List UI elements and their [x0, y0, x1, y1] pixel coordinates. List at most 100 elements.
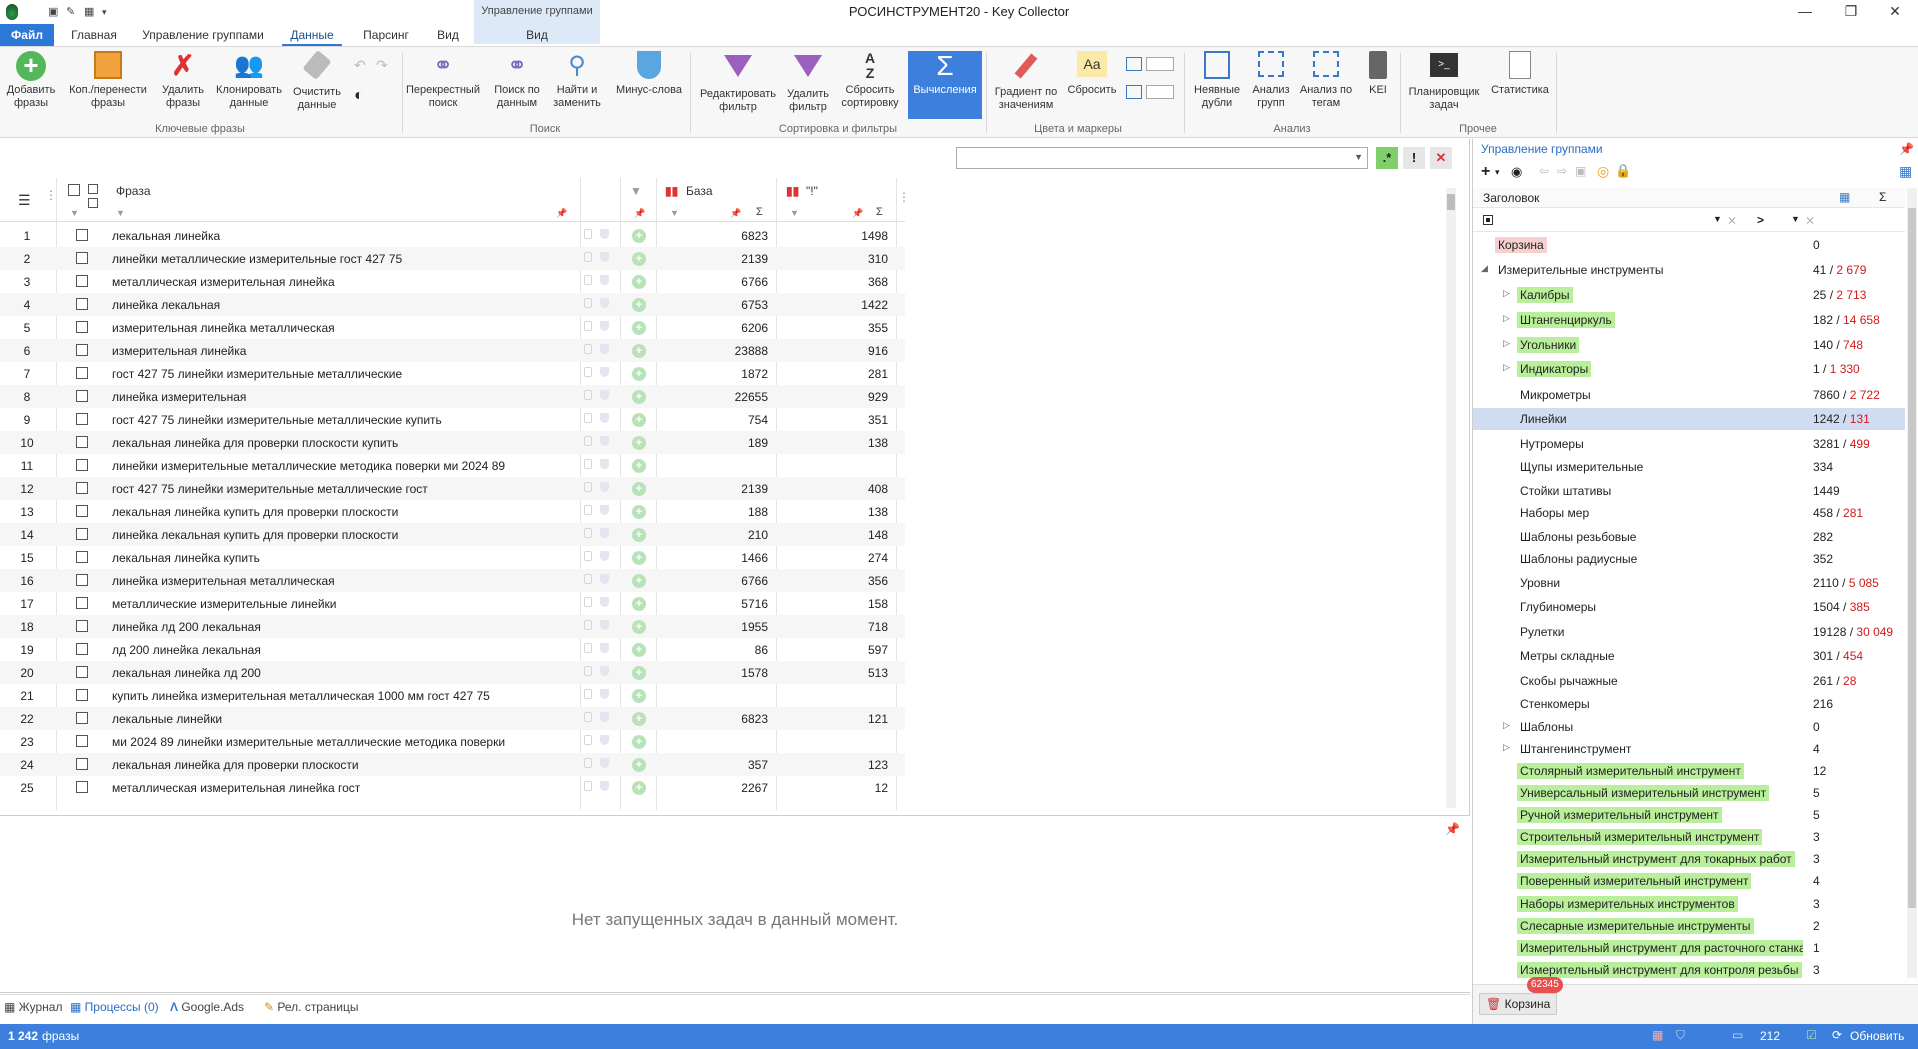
column-header-phrase[interactable]: Фраза — [116, 184, 151, 198]
add-icon[interactable]: + — [632, 275, 646, 289]
expander-icon[interactable]: ▷ — [1503, 288, 1510, 299]
table-row[interactable]: 17 металлические измерительные линейки +57… — [0, 592, 905, 615]
table-row[interactable]: 9 гост 427 75 линейки измерительные метал… — [0, 408, 905, 431]
group-name[interactable]: Ручной измерительный инструмент — [1517, 807, 1722, 823]
pin-icon[interactable]: 📌 — [1445, 822, 1460, 836]
lock-icon[interactable] — [584, 735, 592, 745]
lock-icon[interactable] — [584, 574, 592, 584]
expander-icon[interactable]: ▷ — [1503, 720, 1510, 731]
clear-filter-icon[interactable]: ⨯ — [1805, 213, 1815, 227]
tree-node[interactable]: Уровни 2110 / 5 085 — [1473, 572, 1905, 594]
clear-data-button[interactable]: Очистить данные — [290, 50, 344, 112]
phrase-cell[interactable]: гост 427 75 линейки измерительные металл… — [112, 413, 442, 427]
kei-button[interactable]: KEI — [1362, 51, 1394, 97]
task-planner-button[interactable]: >_ Планировщик задач — [1404, 51, 1484, 112]
tree-node[interactable]: Корзина 0 — [1473, 234, 1905, 256]
shield-icon[interactable] — [600, 229, 609, 239]
lock-icon[interactable] — [584, 781, 592, 791]
phrase-cell[interactable]: линейка лекальная купить для проверки пл… — [112, 528, 398, 542]
row-checkbox[interactable] — [76, 367, 88, 379]
group-name[interactable]: Шаблоны радиусные — [1517, 551, 1640, 567]
row-checkbox[interactable] — [76, 712, 88, 724]
gradient-button[interactable]: Градиент по значениям — [990, 51, 1062, 112]
shield-icon[interactable] — [600, 505, 609, 515]
phrase-cell[interactable]: металлическая измерительная линейка гост — [112, 781, 360, 795]
calendar-icon[interactable]: ▦ — [1652, 1028, 1663, 1042]
shield-icon[interactable] — [600, 344, 609, 354]
table-row[interactable]: 19 лд 200 линейка лекальная +86 597 — [0, 638, 905, 661]
copy-move-phrases-button[interactable]: Коп./перенести фразы — [66, 51, 150, 110]
shield-icon[interactable] — [600, 574, 609, 584]
scrollbar-thumb[interactable] — [1447, 194, 1455, 210]
lock-icon[interactable] — [584, 459, 592, 469]
table-row[interactable]: 7 гост 427 75 линейки измерительные метал… — [0, 362, 905, 385]
marker-grid-icon[interactable] — [1126, 85, 1142, 99]
tree-node[interactable]: ▷ Угольники 140 / 748 — [1473, 334, 1905, 356]
tree-node[interactable]: Щупы измерительные 334 — [1473, 456, 1905, 478]
lock-icon[interactable] — [584, 275, 592, 285]
phrase-cell[interactable]: купить линейка измерительная металлическ… — [112, 689, 490, 703]
lock-icon[interactable] — [584, 321, 592, 331]
tree-node[interactable]: Слесарные измерительные инструменты 2 — [1473, 915, 1905, 937]
add-icon[interactable]: + — [632, 229, 646, 243]
phrase-cell[interactable]: лекальные линейки — [112, 712, 222, 726]
table-row[interactable]: 2 линейки металлические измерительные гос… — [0, 247, 905, 270]
exclamation-filter-button[interactable]: ! — [1403, 147, 1425, 169]
tree-node[interactable]: Ручной измерительный инструмент 5 — [1473, 804, 1905, 826]
calculations-button[interactable]: Σ Вычисления — [908, 51, 982, 119]
lock-icon[interactable] — [584, 413, 592, 423]
shield-icon[interactable] — [600, 643, 609, 653]
shield-icon[interactable] — [600, 781, 609, 791]
filter-operator[interactable]: > — [1757, 213, 1764, 227]
phrase-cell[interactable]: линейка лд 200 лекальная — [112, 620, 261, 634]
checkbox-icon[interactable]: ☑ — [1806, 1028, 1817, 1042]
shield-icon[interactable] — [600, 436, 609, 446]
shield-icon[interactable] — [600, 321, 609, 331]
edit-filter-button[interactable]: Редактировать фильтр — [696, 51, 780, 114]
tab-view[interactable]: Вид — [428, 24, 468, 46]
table-row[interactable]: 3 металлическая измерительная линейка +676… — [0, 270, 905, 293]
table-row[interactable]: 23 ми 2024 89 линейки измерительные метал… — [0, 730, 905, 753]
shield-icon[interactable] — [600, 528, 609, 538]
eye-icon[interactable]: ◉ — [1511, 164, 1522, 180]
group-name[interactable]: Измерительный инструмент для токарных ра… — [1517, 851, 1795, 867]
row-checkbox[interactable] — [76, 390, 88, 402]
tree-node[interactable]: Шаблоны резьбовые 282 — [1473, 526, 1905, 548]
lock-icon[interactable] — [584, 436, 592, 446]
arrow-left-icon[interactable]: ⇦ — [1539, 164, 1549, 178]
lock-icon[interactable] — [584, 505, 592, 515]
phrase-cell[interactable]: металлические измерительные линейки — [112, 597, 336, 611]
refresh-button[interactable]: Обновить — [1850, 1029, 1904, 1043]
grid-scrollbar[interactable] — [1446, 188, 1456, 808]
table-row[interactable]: 5 измерительная линейка металлическая +620… — [0, 316, 905, 339]
expander-icon[interactable]: ▷ — [1503, 313, 1510, 324]
tree-node[interactable]: Рулетки 19128 / 30 049 — [1473, 621, 1905, 643]
tree-scrollbar[interactable] — [1907, 188, 1917, 978]
column-header-title[interactable]: Заголовок — [1483, 191, 1539, 205]
add-icon[interactable]: + — [632, 758, 646, 772]
tree-node[interactable]: Метры складные 301 / 454 — [1473, 645, 1905, 667]
filter-icon[interactable]: ▼ — [70, 208, 79, 218]
shield-icon[interactable] — [600, 735, 609, 745]
group-name[interactable]: Шаблоны резьбовые — [1517, 529, 1639, 545]
add-icon[interactable]: + — [632, 597, 646, 611]
lock-icon[interactable] — [584, 643, 592, 653]
shield-icon[interactable] — [600, 551, 609, 561]
tab-file[interactable]: Файл — [0, 24, 54, 46]
column-header-base[interactable]: База — [686, 184, 713, 198]
pin-icon[interactable]: 📌 — [852, 208, 863, 219]
clear-filter-icon[interactable]: ⨯ — [1727, 213, 1737, 227]
table-row[interactable]: 22 лекальные линейки +6823 121 — [0, 707, 905, 730]
row-checkbox[interactable] — [76, 482, 88, 494]
tree-node[interactable]: Поверенный измерительный инструмент 4 — [1473, 870, 1905, 892]
group-name[interactable]: Стенкомеры — [1517, 696, 1593, 712]
tree-node[interactable]: Наборы мер 458 / 281 — [1473, 502, 1905, 524]
chevron-down-icon[interactable]: ▾ — [1495, 167, 1500, 178]
add-icon[interactable]: + — [632, 712, 646, 726]
phrase-cell[interactable]: лекальная линейка для проверки плоскости… — [112, 436, 398, 450]
table-row[interactable]: 4 линейка лекальная +6753 1422 — [0, 293, 905, 316]
group-name[interactable]: Щупы измерительные — [1517, 459, 1646, 475]
add-icon[interactable]: + — [632, 505, 646, 519]
tree-node[interactable]: Универсальный измерительный инструмент 5 — [1473, 782, 1905, 804]
table-row[interactable]: 25 металлическая измерительная линейка го… — [0, 776, 905, 799]
